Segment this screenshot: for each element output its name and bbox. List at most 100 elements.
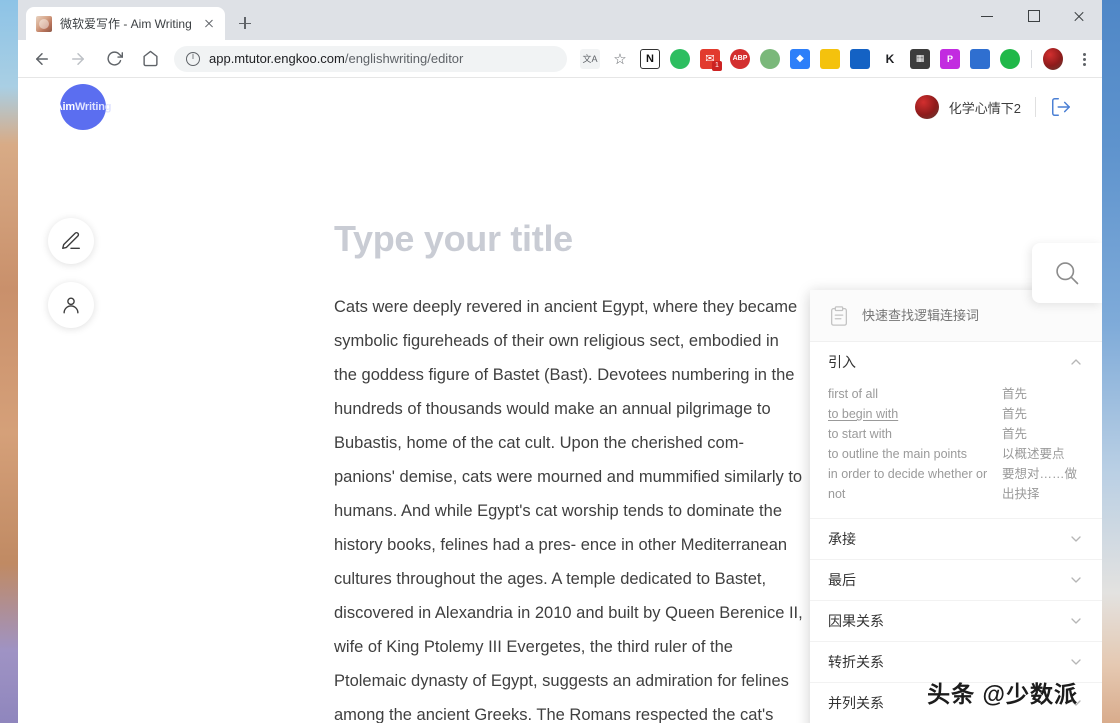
translate-icon[interactable]: 文A — [580, 48, 600, 69]
panel-section-title: 因果关系 — [828, 613, 884, 629]
panel-search-input[interactable] — [862, 308, 1084, 323]
browser-tab[interactable]: 微软爱写作 - Aim Writing — [26, 7, 225, 40]
panel-sections: 引入 first of all 首先 to begin with 首先 to start … — [810, 342, 1102, 723]
tab-title: 微软爱写作 - Aim Writing — [60, 16, 192, 31]
chevron-up-icon[interactable] — [1068, 354, 1084, 370]
page-favicon — [36, 15, 52, 32]
user-avatar[interactable] — [914, 95, 939, 119]
qrcode-icon[interactable]: ▦ — [910, 48, 930, 69]
sidebar-item-profile[interactable] — [48, 282, 94, 328]
url-path: /englishwriting/editor — [344, 51, 464, 66]
left-sidebar-rail — [48, 218, 94, 328]
url-domain: app.mtutor.engkoo.com — [209, 51, 345, 66]
extensions-area: 文A ☆ N ✉ 1 ABP ◆ K ▦ P — [575, 46, 1096, 72]
panel-section-body: first of all 首先 to begin with 首先 to start wi… — [810, 382, 1102, 518]
panel-section-header-3[interactable]: 因果关系 — [810, 601, 1102, 641]
evernote-icon[interactable] — [670, 48, 690, 69]
panel-section: 因果关系 — [810, 601, 1102, 642]
calendar-icon[interactable] — [820, 48, 840, 69]
blue-doc-icon[interactable] — [970, 48, 990, 69]
phrase-chinese: 首先 — [1002, 427, 1028, 441]
username-label: 化学心情下2 — [948, 100, 1021, 116]
document-title-input[interactable]: Type your title — [334, 218, 804, 260]
chevron-down-icon[interactable] — [1068, 613, 1084, 629]
phrase-row[interactable]: to start with 首先 — [828, 424, 1084, 444]
panel-section-title: 转折关系 — [828, 654, 884, 670]
window-close-button[interactable] — [1056, 0, 1102, 32]
tab-close-icon[interactable] — [201, 16, 217, 32]
browser-window: 微软爱写作 - Aim Writing app.mtutor.engkoo.co… — [18, 0, 1102, 723]
phrase-chinese: 以概述要点 — [1002, 447, 1065, 461]
logout-icon[interactable] — [1050, 96, 1072, 118]
search-icon — [1056, 262, 1079, 285]
panel-section: 承接 — [810, 519, 1102, 560]
tab-strip: 微软爱写作 - Aim Writing — [18, 0, 259, 40]
diamond-icon[interactable]: ◆ — [790, 48, 810, 69]
panel-section: 最后 — [810, 560, 1102, 601]
notion-icon[interactable]: N — [640, 48, 660, 69]
panel-section: 引入 first of all 首先 to begin with 首先 to start … — [810, 342, 1102, 519]
panel-section-title: 最后 — [828, 572, 856, 588]
phrase-row[interactable]: first of all 首先 — [828, 384, 1084, 404]
document-editor[interactable]: Type your title Cats were deeply revered… — [334, 218, 804, 723]
green-dot-icon[interactable] — [760, 48, 780, 69]
new-tab-button[interactable] — [231, 9, 259, 37]
address-bar[interactable]: app.mtutor.engkoo.com/englishwriting/edi… — [174, 45, 567, 72]
chevron-down-icon[interactable] — [1068, 531, 1084, 547]
logo-text-aim: Aim — [54, 101, 75, 113]
panel-section-title: 并列关系 — [828, 695, 884, 711]
adblock-icon[interactable]: ABP — [730, 48, 750, 69]
person-icon — [63, 297, 79, 314]
phrase-english: in order to decide whether or not — [828, 467, 988, 501]
pencil-icon — [62, 232, 80, 250]
panel-section-title: 引入 — [828, 354, 856, 370]
mail-icon[interactable]: ✉ 1 — [700, 48, 722, 71]
watermark-label: 头条 @少数派 — [927, 681, 1078, 707]
header-divider — [1035, 97, 1036, 117]
panel-section-header-1[interactable]: 承接 — [810, 519, 1102, 559]
bookmark-star-icon[interactable]: ☆ — [610, 49, 630, 69]
trello-icon[interactable] — [850, 48, 870, 69]
phrase-row[interactable]: to begin with 首先 — [828, 404, 1084, 424]
phrase-chinese: 首先 — [1002, 407, 1028, 421]
site-info-icon[interactable] — [186, 51, 200, 66]
panel-section-header-2[interactable]: 最后 — [810, 560, 1102, 600]
desktop-wallpaper-right — [1100, 0, 1120, 723]
chevron-down-icon[interactable] — [1068, 654, 1084, 670]
phrase-chinese: 首先 — [1002, 387, 1028, 401]
clipboard-icon — [831, 305, 847, 326]
desktop-wallpaper-left — [0, 0, 20, 723]
logo-text-writing: Writing — [74, 101, 112, 113]
forward-button[interactable] — [64, 45, 92, 73]
phrase-english: to begin with — [828, 407, 899, 421]
header-user-area: 化学心情下2 — [914, 95, 1072, 119]
document-body-text[interactable]: Cats were deeply revered in ancient Egyp… — [334, 290, 804, 723]
back-button[interactable] — [28, 45, 56, 73]
pocket-icon[interactable]: P — [940, 48, 960, 69]
profile-avatar-icon[interactable] — [1043, 47, 1063, 70]
browser-toolbar: app.mtutor.engkoo.com/englishwriting/edi… — [18, 40, 1102, 78]
connectives-panel: 引入first of all首先to begin with首先to start … — [810, 290, 1102, 723]
window-controls — [964, 0, 1102, 40]
kindle-icon[interactable]: K — [880, 49, 900, 69]
chevron-down-icon[interactable] — [1068, 572, 1084, 588]
logo-text: AimWriting — [54, 101, 112, 113]
panel-section-title: 承接 — [828, 531, 856, 547]
panel-search-toggle-button[interactable] — [1032, 243, 1102, 303]
web-page-content: AimWriting 化学心情下2 Type your title Cats w… — [18, 78, 1102, 723]
phrase-row[interactable]: in order to decide whether or not 要想对……做出… — [828, 464, 1084, 504]
phrase-english: first of all — [828, 387, 879, 401]
phrase-chinese: 要想对……做出抉择 — [1002, 467, 1078, 501]
phrase-row[interactable]: to outline the main points 以概述要点 — [828, 444, 1084, 464]
wechat-icon[interactable] — [1000, 48, 1020, 69]
window-maximize-button[interactable] — [1010, 0, 1056, 32]
panel-section-header-0[interactable]: 引入 — [810, 342, 1102, 382]
app-header: AimWriting 化学心情下2 — [18, 78, 1102, 136]
reload-button[interactable] — [100, 45, 128, 73]
home-button[interactable] — [136, 45, 164, 73]
aim-writing-logo[interactable]: AimWriting — [55, 84, 111, 130]
window-minimize-button[interactable] — [964, 0, 1010, 32]
browser-titlebar: 微软爱写作 - Aim Writing — [18, 0, 1102, 40]
three-dots-menu-icon[interactable] — [1072, 46, 1096, 72]
sidebar-item-edit[interactable] — [48, 218, 94, 264]
